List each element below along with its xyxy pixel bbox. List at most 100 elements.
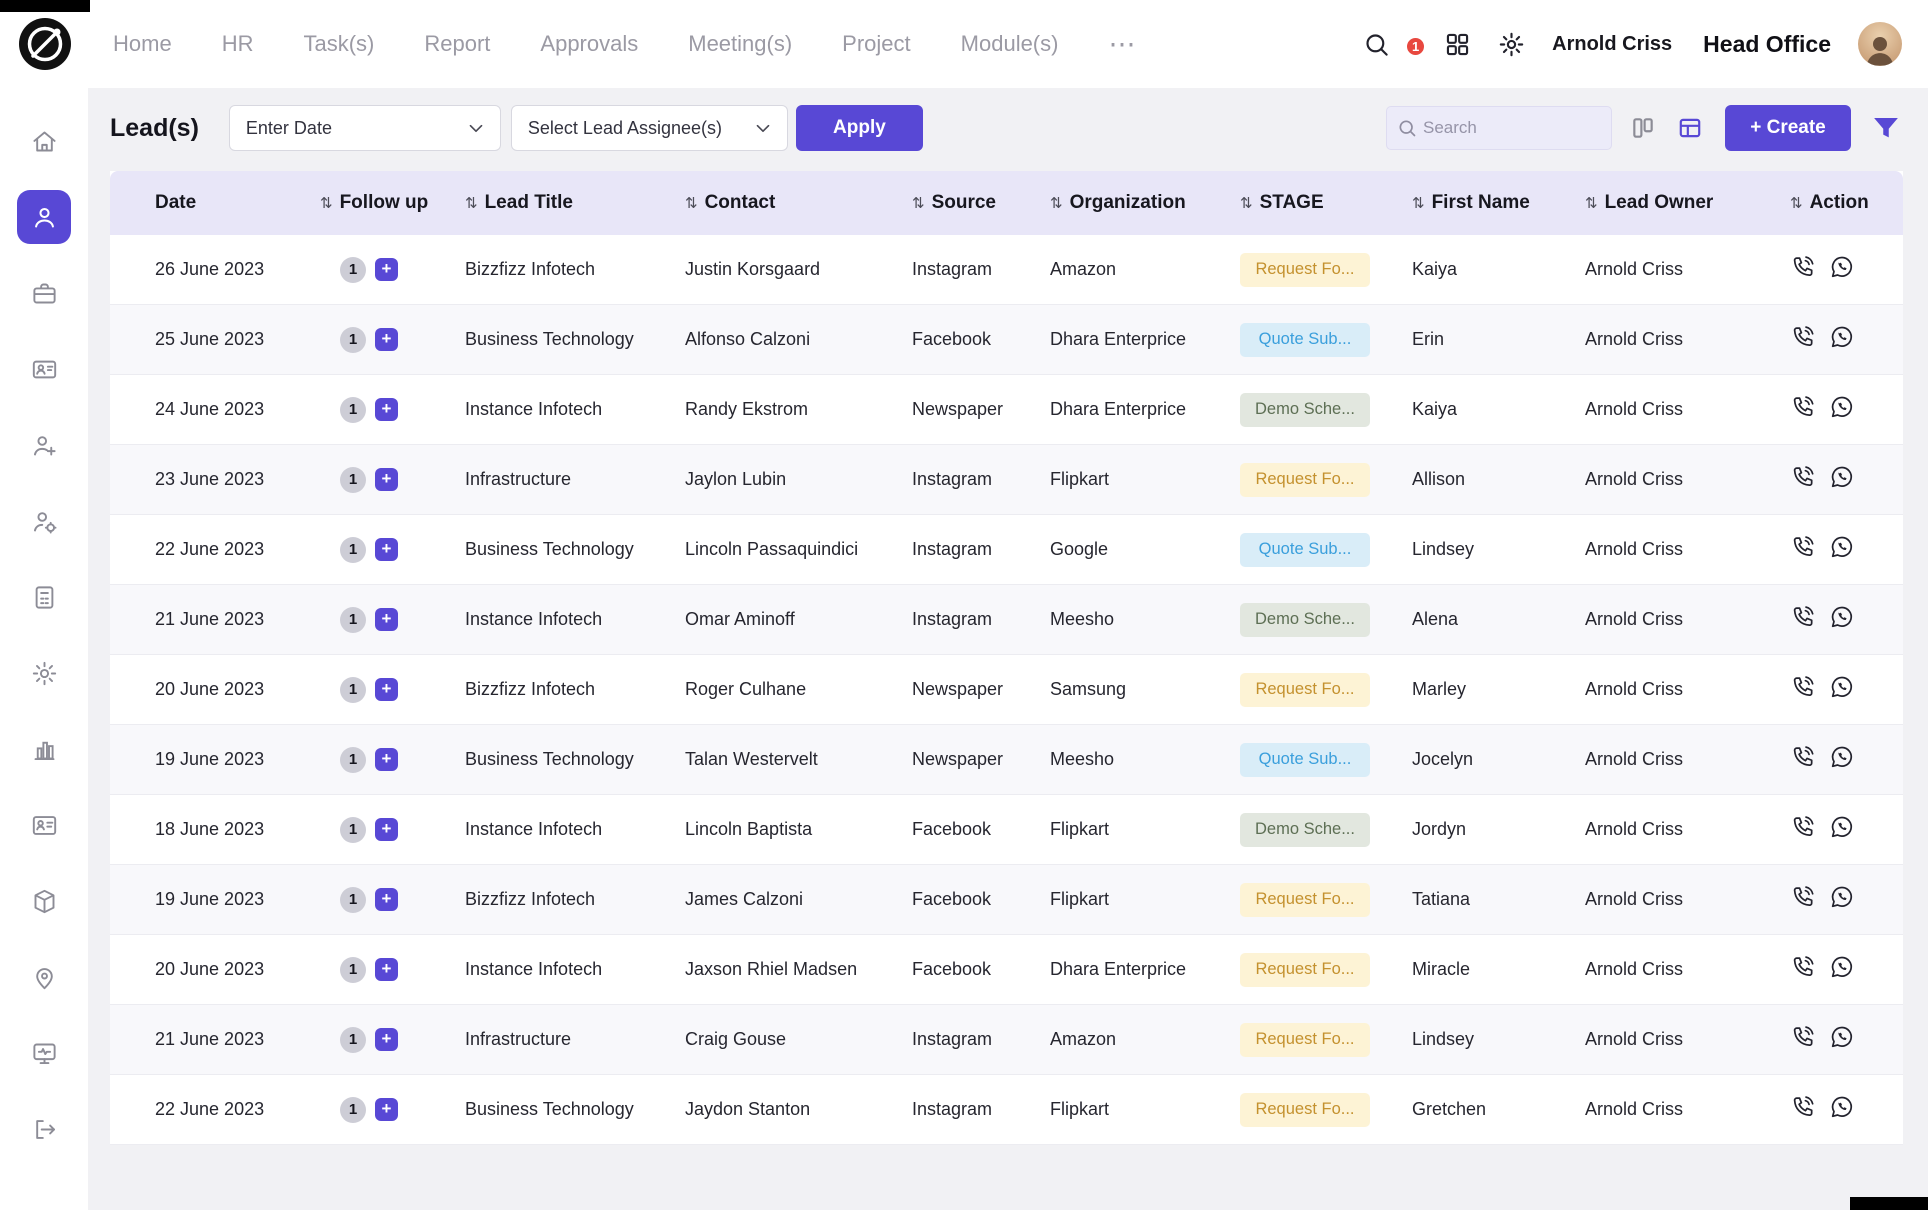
phone-call-icon[interactable] [1790, 254, 1816, 280]
user-avatar[interactable] [1858, 22, 1902, 66]
followup-add-button[interactable]: + [375, 328, 398, 351]
followup-count-badge[interactable]: 1 [340, 886, 366, 913]
sort-icon[interactable]: ⇅ [320, 195, 333, 212]
search-icon[interactable] [1363, 31, 1390, 58]
nav-hr[interactable]: HR [222, 31, 254, 57]
column-header-source[interactable]: ⇅ Source [892, 171, 1030, 235]
lead-row[interactable]: 21 June 2023 1 + Instance Infotech Omar A… [110, 585, 1903, 655]
column-header-lead-title[interactable]: ⇅ Lead Title [445, 171, 665, 235]
sidebar-item-locations[interactable] [17, 950, 71, 1004]
stage-badge[interactable]: Demo Sche... [1240, 812, 1370, 847]
stage-badge[interactable]: Demo Sche... [1240, 392, 1370, 427]
phone-call-icon[interactable] [1790, 464, 1816, 490]
phone-call-icon[interactable] [1790, 744, 1816, 770]
column-header-date[interactable]: Date [110, 171, 300, 235]
whatsapp-icon[interactable] [1829, 954, 1855, 980]
followup-add-button[interactable]: + [375, 748, 398, 771]
sidebar-item-settings[interactable] [17, 646, 71, 700]
followup-add-button[interactable]: + [375, 818, 398, 841]
nav-tasks[interactable]: Task(s) [303, 31, 374, 57]
stage-badge[interactable]: Request Fo... [1240, 672, 1370, 707]
assignee-filter-dropdown[interactable]: Select Lead Assignee(s) [510, 105, 788, 151]
office-selector[interactable]: Head Office [1703, 31, 1831, 58]
followup-add-button[interactable]: + [375, 258, 398, 281]
nav-report[interactable]: Report [424, 31, 490, 57]
nav-approvals[interactable]: Approvals [540, 31, 638, 57]
whatsapp-icon[interactable] [1829, 744, 1855, 770]
sort-icon[interactable]: ⇅ [912, 195, 925, 212]
lead-row[interactable]: 22 June 2023 1 + Business Technology Linc… [110, 515, 1903, 585]
followup-count-badge[interactable]: 1 [340, 1026, 366, 1053]
followup-count-badge[interactable]: 1 [340, 606, 366, 633]
followup-count-badge[interactable]: 1 [340, 1096, 366, 1123]
followup-count-badge[interactable]: 1 [340, 956, 366, 983]
followup-add-button[interactable]: + [375, 398, 398, 421]
sidebar-item-products[interactable] [17, 874, 71, 928]
whatsapp-icon[interactable] [1829, 814, 1855, 840]
stage-badge[interactable]: Quote Sub... [1240, 532, 1370, 567]
stage-badge[interactable]: Request Fo... [1240, 252, 1370, 287]
sort-icon[interactable]: ⇅ [685, 195, 698, 212]
followup-add-button[interactable]: + [375, 678, 398, 701]
phone-call-icon[interactable] [1790, 814, 1816, 840]
whatsapp-icon[interactable] [1829, 394, 1855, 420]
stage-badge[interactable]: Request Fo... [1240, 462, 1370, 497]
sidebar-item-home[interactable] [17, 114, 71, 168]
sidebar-item-activity[interactable] [17, 1026, 71, 1080]
sidebar-item-reports[interactable] [17, 722, 71, 776]
apps-grid-icon[interactable] [1444, 31, 1471, 58]
whatsapp-icon[interactable] [1829, 324, 1855, 350]
whatsapp-icon[interactable] [1829, 674, 1855, 700]
phone-call-icon[interactable] [1790, 324, 1816, 350]
followup-count-badge[interactable]: 1 [340, 466, 366, 493]
sort-icon[interactable]: ⇅ [1790, 195, 1803, 212]
column-header-first-name[interactable]: ⇅ First Name [1392, 171, 1565, 235]
lead-row[interactable]: 19 June 2023 1 + Business Technology Tala… [110, 725, 1903, 795]
lead-row[interactable]: 26 June 2023 1 + Bizzfizz Infotech Justin… [110, 235, 1903, 305]
followup-add-button[interactable]: + [375, 608, 398, 631]
filter-funnel-icon[interactable] [1869, 111, 1903, 145]
search-input[interactable] [1423, 118, 1601, 138]
followup-add-button[interactable]: + [375, 888, 398, 911]
followup-count-badge[interactable]: 1 [340, 396, 366, 423]
stage-badge[interactable]: Quote Sub... [1240, 322, 1370, 357]
lead-row[interactable]: 20 June 2023 1 + Bizzfizz Infotech Roger … [110, 655, 1903, 725]
followup-add-button[interactable]: + [375, 468, 398, 491]
followup-add-button[interactable]: + [375, 538, 398, 561]
phone-call-icon[interactable] [1790, 394, 1816, 420]
phone-call-icon[interactable] [1790, 954, 1816, 980]
phone-call-icon[interactable] [1790, 674, 1816, 700]
stage-badge[interactable]: Demo Sche... [1240, 602, 1370, 637]
phone-call-icon[interactable] [1790, 884, 1816, 910]
followup-count-badge[interactable]: 1 [340, 536, 366, 563]
followup-count-badge[interactable]: 1 [340, 256, 366, 283]
column-header-lead-owner[interactable]: ⇅ Lead Owner [1565, 171, 1750, 235]
followup-add-button[interactable]: + [375, 958, 398, 981]
sidebar-item-invoices[interactable] [17, 570, 71, 624]
sidebar-item-add-contact[interactable] [17, 418, 71, 472]
whatsapp-icon[interactable] [1829, 884, 1855, 910]
apply-button[interactable]: Apply [795, 105, 923, 151]
sidebar-item-logout[interactable] [17, 1102, 71, 1156]
phone-call-icon[interactable] [1790, 534, 1816, 560]
sidebar-item-contacts[interactable] [17, 798, 71, 852]
lead-row[interactable]: 21 June 2023 1 + Infrastructure Craig Gou… [110, 1005, 1903, 1075]
sidebar-item-jobs[interactable] [17, 266, 71, 320]
whatsapp-icon[interactable] [1829, 1024, 1855, 1050]
followup-count-badge[interactable]: 1 [340, 326, 366, 353]
column-header-stage[interactable]: ⇅ STAGE [1220, 171, 1392, 235]
whatsapp-icon[interactable] [1829, 1094, 1855, 1120]
sort-icon[interactable]: ⇅ [465, 195, 478, 212]
followup-count-badge[interactable]: 1 [340, 816, 366, 843]
nav-home[interactable]: Home [113, 31, 172, 57]
column-header-organization[interactable]: ⇅ Organization [1030, 171, 1220, 235]
stage-badge[interactable]: Request Fo... [1240, 1022, 1370, 1057]
sort-icon[interactable]: ⇅ [1240, 195, 1253, 212]
column-header-contact[interactable]: ⇅ Contact [665, 171, 892, 235]
phone-call-icon[interactable] [1790, 1024, 1816, 1050]
followup-add-button[interactable]: + [375, 1098, 398, 1121]
stage-badge[interactable]: Request Fo... [1240, 1092, 1370, 1127]
followup-count-badge[interactable]: 1 [340, 746, 366, 773]
followup-add-button[interactable]: + [375, 1028, 398, 1051]
lead-row[interactable]: 18 June 2023 1 + Instance Infotech Lincol… [110, 795, 1903, 865]
